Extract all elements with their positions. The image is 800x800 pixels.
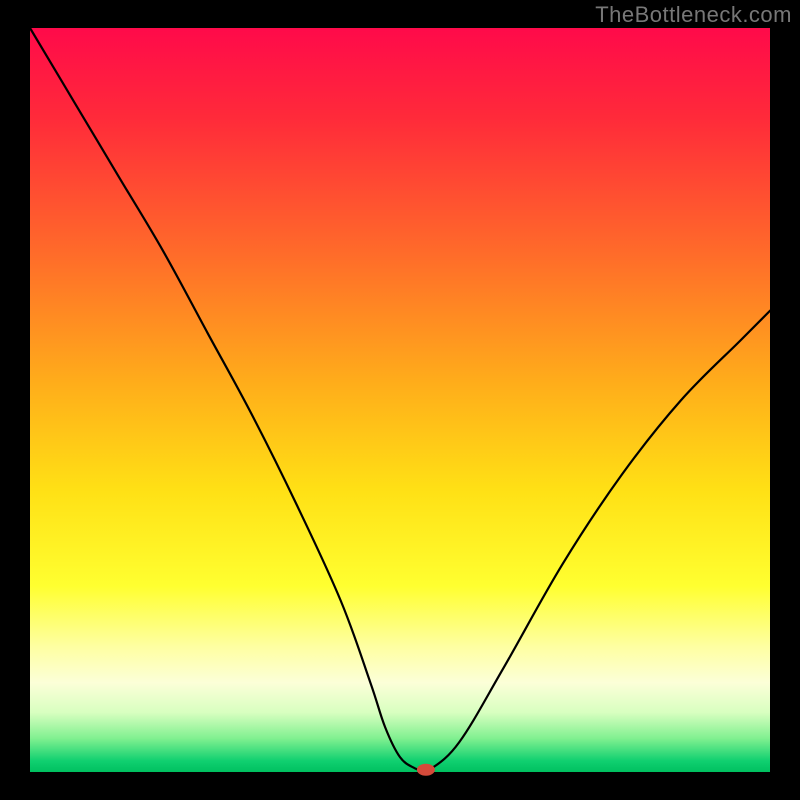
bottleneck-chart xyxy=(0,0,800,800)
chart-gradient-background xyxy=(30,28,770,772)
watermark-text: TheBottleneck.com xyxy=(595,2,792,28)
optimal-point-marker xyxy=(417,764,435,776)
